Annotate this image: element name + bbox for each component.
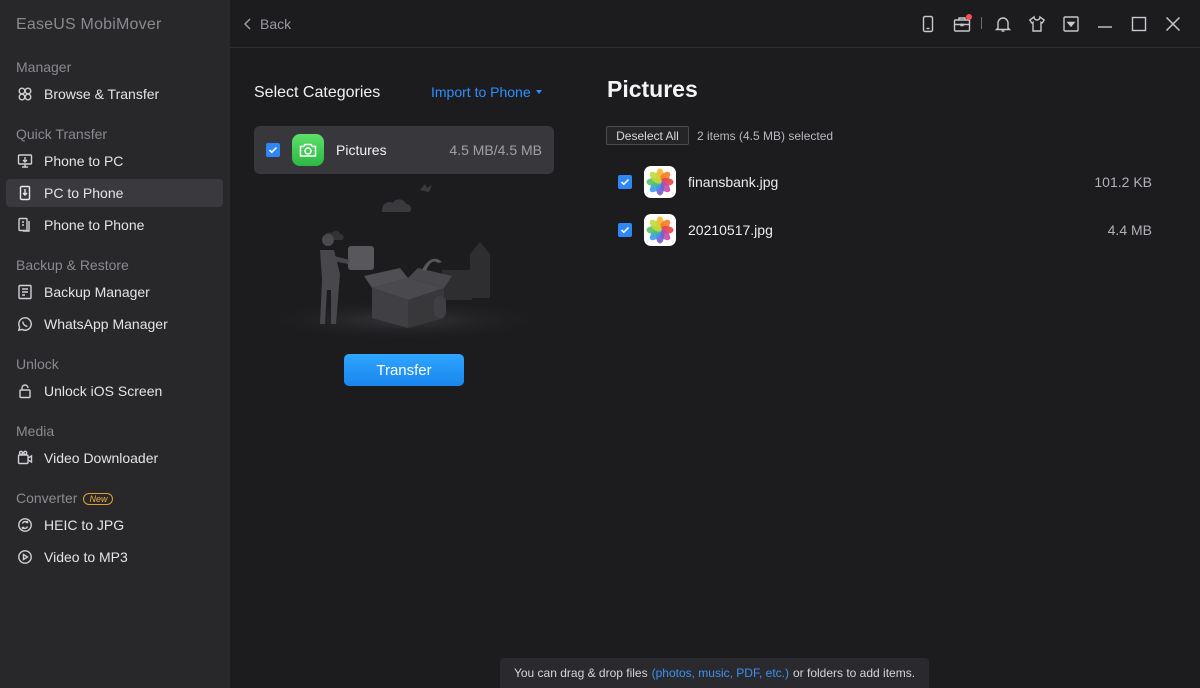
- device-icon[interactable]: [918, 14, 938, 34]
- new-badge: New: [83, 493, 114, 505]
- nav-label: Phone to Phone: [44, 217, 145, 233]
- nav-browse-transfer[interactable]: Browse & Transfer: [6, 80, 223, 108]
- category-card-pictures[interactable]: Pictures 4.5 MB/4.5 MB: [254, 126, 554, 174]
- nav-video-to-mp3[interactable]: Video to MP3: [6, 543, 223, 571]
- section-label-unlock: Unlock: [16, 356, 59, 372]
- phone-to-phone-icon: [16, 216, 34, 234]
- back-button[interactable]: Back: [242, 14, 291, 34]
- section-label-converter: Converter New: [16, 490, 114, 506]
- camera-icon: [292, 134, 324, 166]
- files-title: Pictures: [607, 76, 698, 102]
- category-checkbox[interactable]: [266, 143, 280, 157]
- convert-audio-icon: [16, 548, 34, 566]
- nav-label: Backup Manager: [44, 284, 150, 300]
- checkmark-icon: [620, 226, 630, 234]
- nav-label: PC to Phone: [44, 185, 124, 201]
- transfer-illustration: [254, 184, 554, 338]
- phone-to-pc-icon: [16, 152, 34, 170]
- file-size: 4.4 MB: [1107, 222, 1152, 238]
- file-name: finansbank.jpg: [688, 174, 779, 190]
- nav-label: Unlock iOS Screen: [44, 383, 163, 399]
- nav-label: Browse & Transfer: [44, 86, 160, 102]
- chevron-left-icon: [243, 18, 251, 30]
- photos-icon: [644, 166, 676, 198]
- checkmark-icon: [268, 146, 278, 154]
- import-label: Import to Phone: [431, 84, 531, 100]
- whatsapp-icon: [16, 315, 34, 333]
- hint-suffix: or folders to add items.: [792, 666, 916, 680]
- shirt-icon[interactable]: [1027, 14, 1047, 34]
- section-label-media: Media: [16, 423, 55, 439]
- nav-video-downloader[interactable]: Video Downloader: [6, 444, 223, 472]
- photos-icon: [644, 214, 676, 246]
- pc-to-phone-icon: [16, 184, 34, 202]
- file-checkbox[interactable]: [618, 223, 632, 237]
- nav-phone-to-phone[interactable]: Phone to Phone: [6, 211, 223, 239]
- nav-label: Phone to PC: [44, 153, 124, 169]
- close-icon[interactable]: [1163, 14, 1183, 34]
- section-label-quick-transfer: Quick Transfer: [16, 126, 108, 142]
- nav-unlock-ios-screen[interactable]: Unlock iOS Screen: [6, 377, 223, 405]
- category-name: Pictures: [336, 142, 387, 158]
- import-to-phone-dropdown[interactable]: Import to Phone: [431, 84, 542, 100]
- nav-label: WhatsApp Manager: [44, 316, 168, 332]
- convert-image-icon: [16, 516, 34, 534]
- category-size: 4.5 MB/4.5 MB: [449, 142, 542, 158]
- nav-whatsapp-manager[interactable]: WhatsApp Manager: [6, 310, 223, 338]
- select-categories-heading: Select Categories: [254, 84, 381, 101]
- notification-dot: [966, 14, 972, 20]
- file-size: 101.2 KB: [1094, 174, 1152, 190]
- sidebar: EaseUS MobiMover Manager Browse & Transf…: [0, 0, 230, 688]
- section-label-backup-restore: Backup & Restore: [16, 257, 129, 273]
- hint-highlight: (photos, music, PDF, etc.): [651, 666, 789, 680]
- hint-prefix: You can drag & drop files: [513, 666, 648, 680]
- dropdown-menu-icon[interactable]: [1061, 14, 1081, 34]
- nav-pc-to-phone[interactable]: PC to Phone: [6, 179, 223, 207]
- nav-label: Video Downloader: [44, 450, 159, 466]
- bell-icon[interactable]: [993, 14, 1013, 34]
- drag-drop-hint: You can drag & drop files (photos, music…: [500, 658, 929, 688]
- checkmark-icon: [620, 178, 630, 186]
- lock-icon: [16, 382, 34, 400]
- file-row[interactable]: finansbank.jpg 101.2 KB: [606, 162, 1166, 202]
- nav-phone-to-pc[interactable]: Phone to PC: [6, 147, 223, 175]
- back-label: Back: [260, 16, 292, 32]
- nav-label: Video to MP3: [44, 549, 128, 565]
- nav-heic-to-jpg[interactable]: HEIC to JPG: [6, 511, 223, 539]
- deselect-all-button[interactable]: Deselect All: [606, 126, 689, 145]
- toolbar-divider: [981, 17, 982, 29]
- topbar: Back: [230, 0, 1200, 48]
- file-row[interactable]: 20210517.jpg 4.4 MB: [606, 210, 1166, 250]
- video-download-icon: [16, 449, 34, 467]
- caret-down-icon: [535, 90, 542, 94]
- file-checkbox[interactable]: [618, 175, 632, 189]
- maximize-icon[interactable]: [1129, 14, 1149, 34]
- section-label-manager: Manager: [16, 59, 72, 75]
- selection-status: 2 items (4.5 MB) selected: [697, 129, 834, 143]
- toolbox-icon[interactable]: [952, 14, 972, 34]
- converter-label: Converter: [16, 490, 78, 506]
- app-title: EaseUS MobiMover: [16, 16, 162, 33]
- nav-label: HEIC to JPG: [44, 517, 125, 533]
- browse-transfer-icon: [16, 85, 34, 103]
- backup-icon: [16, 283, 34, 301]
- file-name: 20210517.jpg: [688, 222, 773, 238]
- minimize-icon[interactable]: [1095, 14, 1115, 34]
- transfer-button[interactable]: Transfer: [344, 354, 464, 386]
- nav-backup-manager[interactable]: Backup Manager: [6, 278, 223, 306]
